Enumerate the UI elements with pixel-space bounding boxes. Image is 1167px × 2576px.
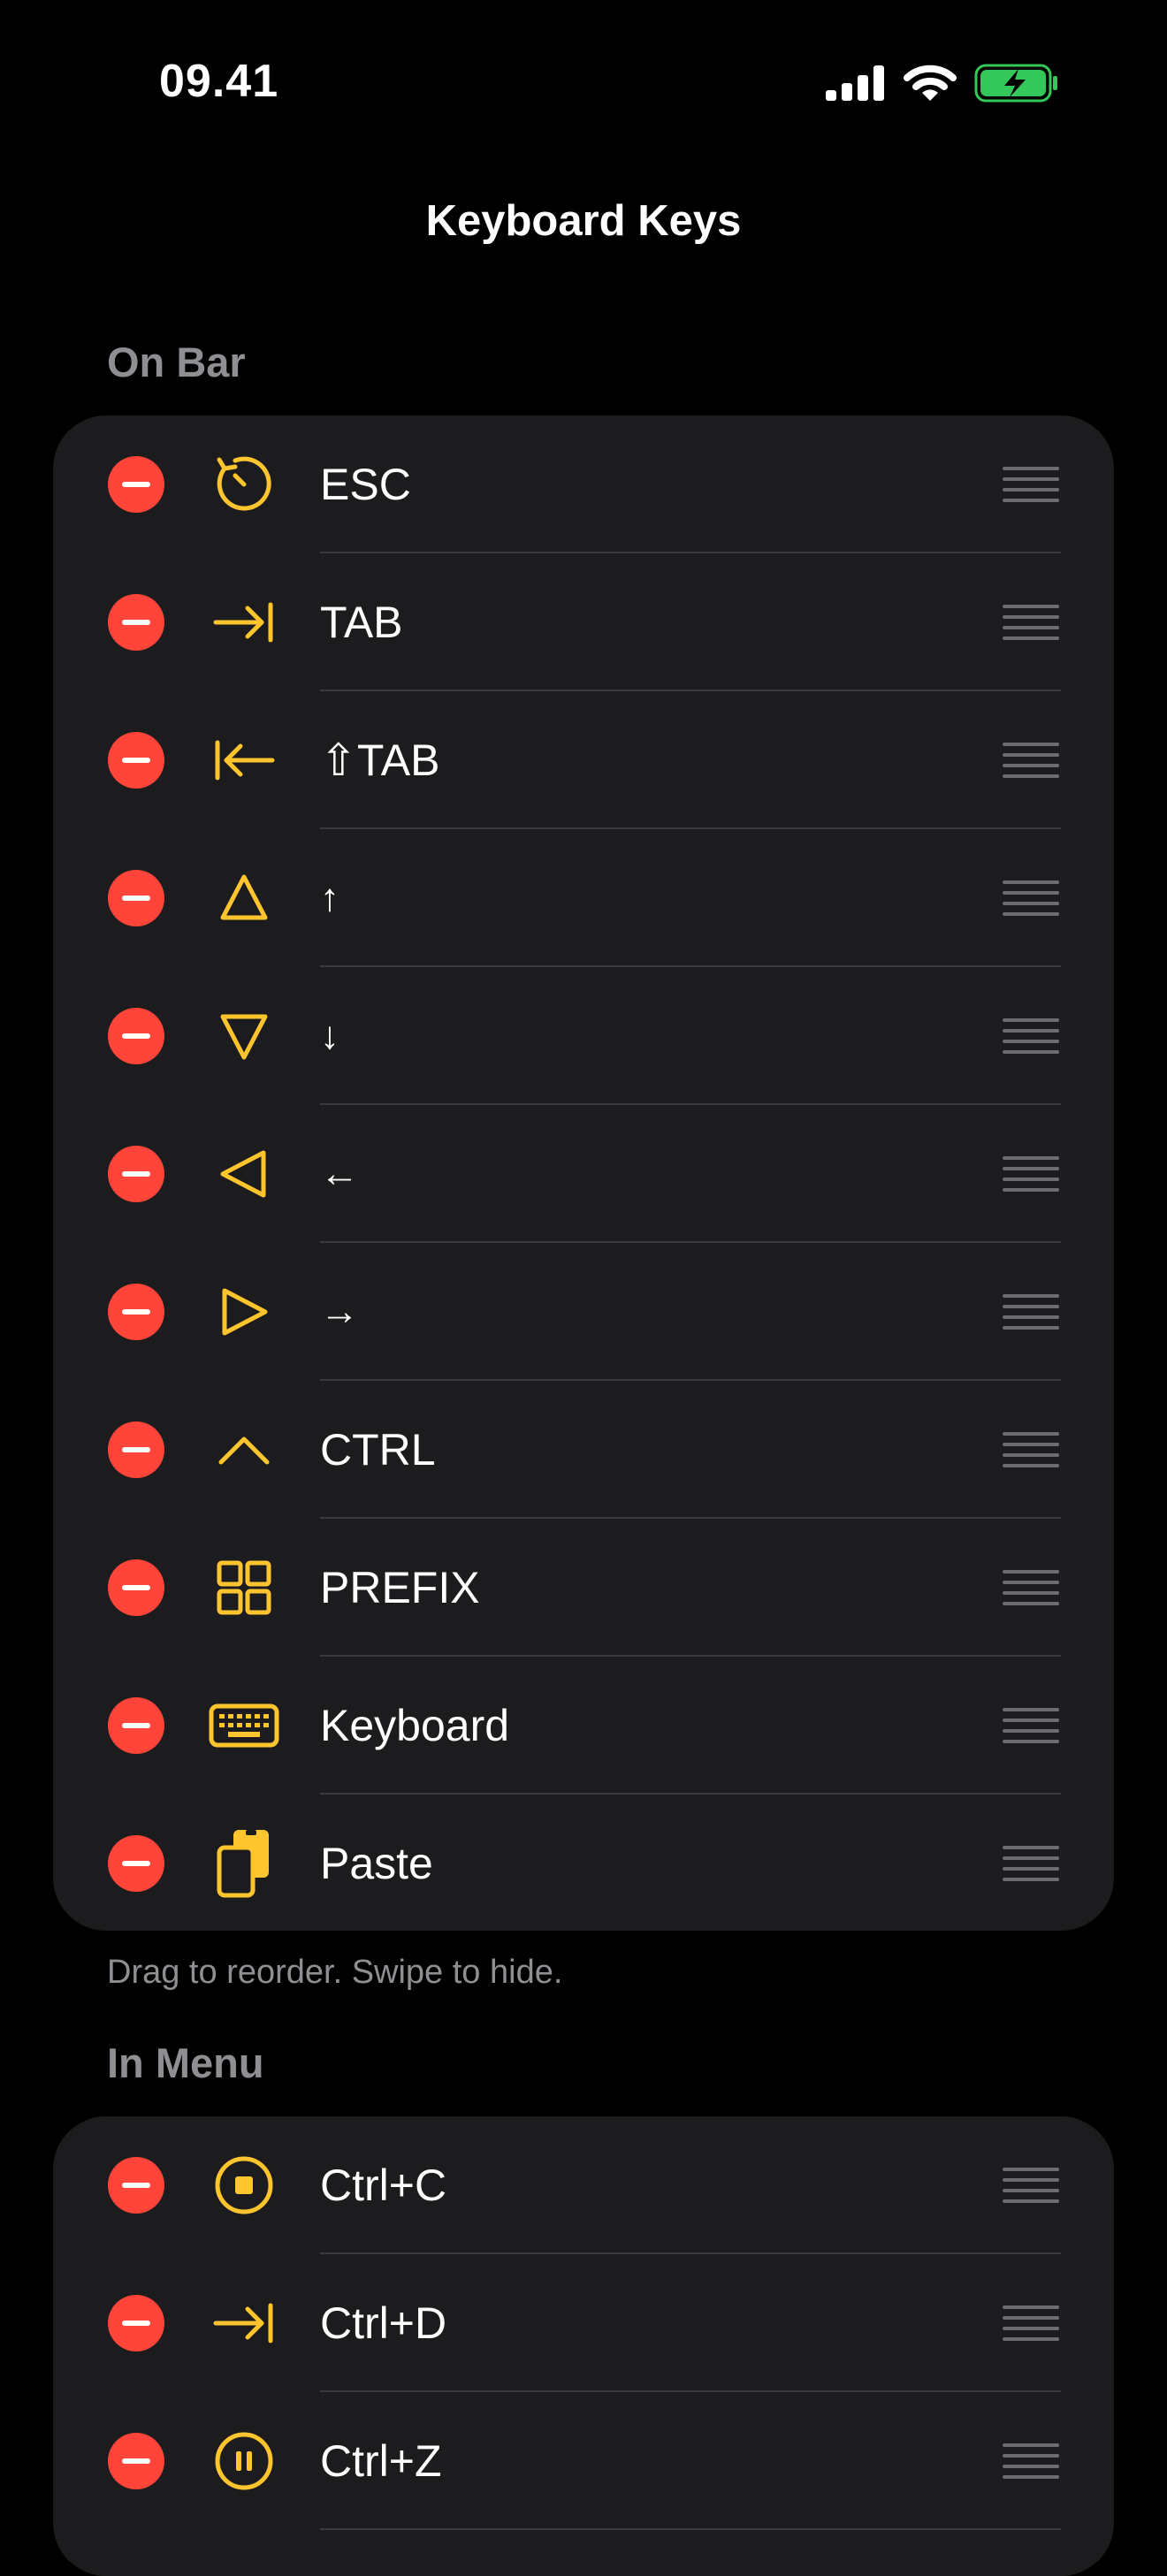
key-label: Ctrl+Z [320,2436,442,2486]
pause-circle-icon [209,2426,279,2496]
delete-button[interactable] [108,1697,164,1754]
battery-charging-icon [974,64,1057,103]
triangle-down-icon [209,1001,279,1071]
reorder-handle-icon[interactable] [1003,2305,1059,2341]
delete-button[interactable] [108,456,164,513]
delete-button[interactable] [108,1421,164,1478]
triangle-up-icon [209,863,279,934]
delete-button[interactable] [108,1146,164,1202]
on-bar-footer-hint: Drag to reorder. Swipe to hide. [107,1954,563,1991]
key-label: Paste [320,1839,433,1888]
list-item-paste[interactable]: Paste [53,1795,1114,1931]
list-item-ctrl-c[interactable]: Ctrl+C [53,2116,1114,2254]
list-item-left[interactable]: ← [53,1105,1114,1243]
key-label: ← [320,1152,359,1195]
list-item-ctrl-z[interactable]: Ctrl+Z [53,2392,1114,2530]
reorder-handle-icon[interactable] [1003,1432,1059,1467]
list-item-down[interactable]: ↓ [53,967,1114,1105]
key-label: Keyboard [320,1701,510,1750]
key-label: ↓ [320,1014,339,1057]
status-time: 09.41 [159,56,279,107]
on-bar-list: ESC TAB ⇧TAB ↑ ↓ ← → CTRL PREFIX Keyboar… [53,415,1114,1931]
key-label: TAB [320,598,403,647]
list-item-esc[interactable]: ESC [53,415,1114,553]
key-label: Ctrl+D [320,2298,447,2348]
list-item-up[interactable]: ↑ [53,829,1114,967]
page-title: Keyboard Keys [425,197,742,245]
delete-button[interactable] [108,2433,164,2489]
status-icons [826,64,1059,103]
key-label: Ctrl+C [320,2161,447,2210]
control-icon [209,1414,279,1485]
reorder-handle-icon[interactable] [1003,2168,1059,2203]
section-header-on-bar: On Bar [107,339,246,385]
reorder-handle-icon[interactable] [1003,1846,1059,1881]
key-label: ↑ [320,876,339,919]
list-item-shift-tab[interactable]: ⇧TAB [53,691,1114,829]
delete-button[interactable] [108,1559,164,1616]
reorder-handle-icon[interactable] [1003,1708,1059,1743]
paste-icon [209,1828,279,1899]
tab-forward-icon [209,587,279,658]
triangle-right-icon [209,1277,279,1347]
reorder-handle-icon[interactable] [1003,1294,1059,1330]
tab-backward-icon [209,725,279,796]
triangle-left-icon [209,1139,279,1209]
list-item-right[interactable]: → [53,1243,1114,1381]
delete-button[interactable] [108,2157,164,2214]
delete-button[interactable] [108,594,164,651]
reorder-handle-icon[interactable] [1003,467,1059,502]
list-item-prefix[interactable]: PREFIX [53,1519,1114,1657]
reorder-handle-icon[interactable] [1003,880,1059,916]
delete-button[interactable] [108,1284,164,1340]
grid-icon [209,1552,279,1623]
section-header-in-menu: In Menu [107,2039,264,2086]
key-label: ⇧TAB [320,735,440,785]
list-item-ctrl-d[interactable]: Ctrl+D [53,2254,1114,2392]
stop-circle-icon [209,2150,279,2221]
delete-button[interactable] [108,1008,164,1064]
reorder-handle-icon[interactable] [1003,1570,1059,1605]
key-label: CTRL [320,1425,436,1475]
status-bar: 09.41 [0,0,1167,177]
escape-icon [209,449,279,520]
reorder-handle-icon[interactable] [1003,1156,1059,1192]
list-item-keyboard[interactable]: Keyboard [53,1657,1114,1795]
delete-button[interactable] [108,1835,164,1892]
reorder-handle-icon[interactable] [1003,2443,1059,2479]
key-label: ESC [320,460,411,509]
delete-button[interactable] [108,732,164,789]
in-menu-list: Ctrl+C Ctrl+D Ctrl+Z [53,2116,1114,2576]
delete-button[interactable] [108,870,164,926]
list-item-ctrl[interactable]: CTRL [53,1381,1114,1519]
delete-button[interactable] [108,2295,164,2351]
reorder-handle-icon[interactable] [1003,743,1059,778]
reorder-handle-icon[interactable] [1003,1018,1059,1054]
cellular-signal-icon [826,65,884,101]
tab-forward-icon [209,2288,279,2359]
key-label: PREFIX [320,1563,480,1612]
reorder-handle-icon[interactable] [1003,605,1059,640]
keyboard-icon [209,1690,279,1761]
list-item-tab[interactable]: TAB [53,553,1114,691]
wifi-icon [904,65,957,101]
key-label: → [320,1290,359,1333]
